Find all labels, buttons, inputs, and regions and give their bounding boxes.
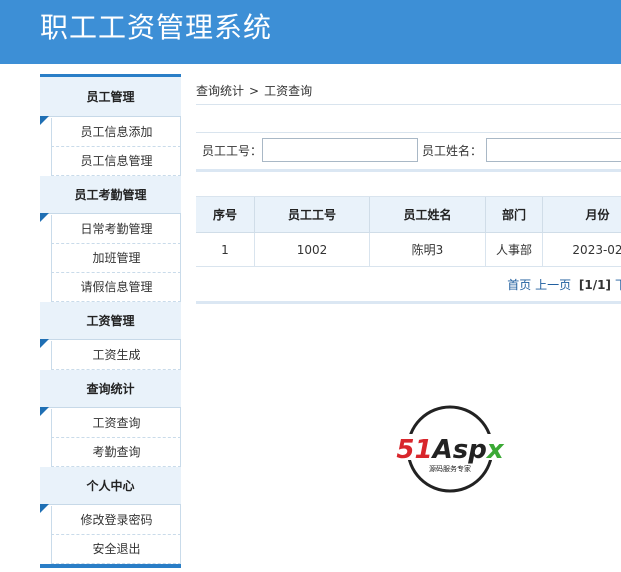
sidebar-group-label: 员工管理 — [86, 90, 135, 104]
sidebar-group-label: 员工考勤管理 — [74, 188, 147, 202]
page-indicator: [1/1] — [578, 278, 611, 292]
logo-text: 51Aspx — [396, 435, 504, 465]
pagination: 首页 上一页 [1/1] 下 — [507, 276, 621, 294]
column-header-month: 月份 — [543, 197, 621, 233]
breadcrumb-parent[interactable]: 查询统计 — [196, 84, 244, 98]
breadcrumb-divider — [196, 104, 621, 105]
sidebar-group-personal: 个人中心 — [40, 467, 181, 513]
sidebar-item-leave[interactable]: 请假信息管理 — [51, 273, 181, 302]
watermark-logo: 51Aspx 源码服务专家 — [388, 405, 512, 493]
sidebar-group-attendance: 员工考勤管理 — [40, 176, 181, 222]
column-header-index: 序号 — [196, 197, 255, 233]
first-page-link[interactable]: 首页 — [507, 278, 531, 292]
sidebar: 员工管理 员工信息添加 员工信息管理 员工考勤管理 日常考勤管理 加班管理 请假… — [40, 74, 181, 568]
corner-marker — [40, 339, 49, 348]
app-title: 职工工资管理系统 — [40, 11, 273, 44]
breadcrumb-separator: > — [249, 84, 260, 98]
emp-no-label: 员工工号： — [202, 144, 263, 158]
column-header-department: 部门 — [486, 197, 543, 233]
column-header-emp-name: 员工姓名 — [370, 197, 486, 233]
corner-marker — [40, 407, 49, 416]
sidebar-group-label: 工资管理 — [86, 314, 135, 328]
sidebar-item-daily-attendance[interactable]: 日常考勤管理 — [51, 215, 181, 244]
sidebar-item-generate-salary[interactable]: 工资生成 — [51, 341, 181, 370]
sidebar-item-attendance-query[interactable]: 考勤查询 — [51, 438, 181, 467]
logo-subtitle: 源码服务专家 — [429, 464, 471, 473]
sidebar-item-overtime[interactable]: 加班管理 — [51, 244, 181, 273]
cell-department: 人事部 — [486, 233, 543, 267]
sidebar-group-salary: 工资管理 — [40, 302, 181, 348]
sidebar-group-label: 查询统计 — [86, 382, 135, 396]
corner-marker — [40, 116, 49, 125]
sidebar-item-add-employee[interactable]: 员工信息添加 — [51, 118, 181, 147]
app-header: 职工工资管理系统 — [0, 0, 621, 64]
breadcrumb-current: 工资查询 — [264, 84, 313, 98]
emp-no-input[interactable] — [262, 138, 418, 162]
cell-month: 2023-02 — [543, 233, 621, 267]
prev-page-link[interactable]: 上一页 — [535, 278, 571, 292]
breadcrumb: 查询统计 > 工资查询 — [196, 82, 312, 100]
sidebar-item-manage-employee[interactable]: 员工信息管理 — [51, 147, 181, 176]
sidebar-item-change-password[interactable]: 修改登录密码 — [51, 506, 181, 535]
sidebar-item-salary-query[interactable]: 工资查询 — [51, 409, 181, 438]
cell-index: 1 — [196, 233, 255, 267]
corner-marker — [40, 213, 49, 222]
sidebar-group-stats: 查询统计 — [40, 370, 181, 416]
emp-name-input[interactable] — [486, 138, 621, 162]
sidebar-group-label: 个人中心 — [86, 479, 135, 493]
search-bar: 员工工号： 员工姓名： — [196, 132, 621, 172]
salary-table: 序号 员工工号 员工姓名 部门 月份 1 1002 陈明3 人事部 2023-0… — [196, 196, 621, 304]
emp-name-label: 员工姓名： — [422, 144, 483, 158]
sidebar-item-logout[interactable]: 安全退出 — [51, 535, 181, 564]
sidebar-bottom-border — [40, 564, 181, 568]
sidebar-group-employee: 员工管理 — [40, 77, 181, 125]
cell-emp-no: 1002 — [255, 233, 370, 267]
cell-emp-name: 陈明3 — [370, 233, 486, 267]
column-header-emp-no: 员工工号 — [255, 197, 370, 233]
corner-marker — [40, 504, 49, 513]
next-page-link[interactable]: 下 — [615, 278, 621, 292]
